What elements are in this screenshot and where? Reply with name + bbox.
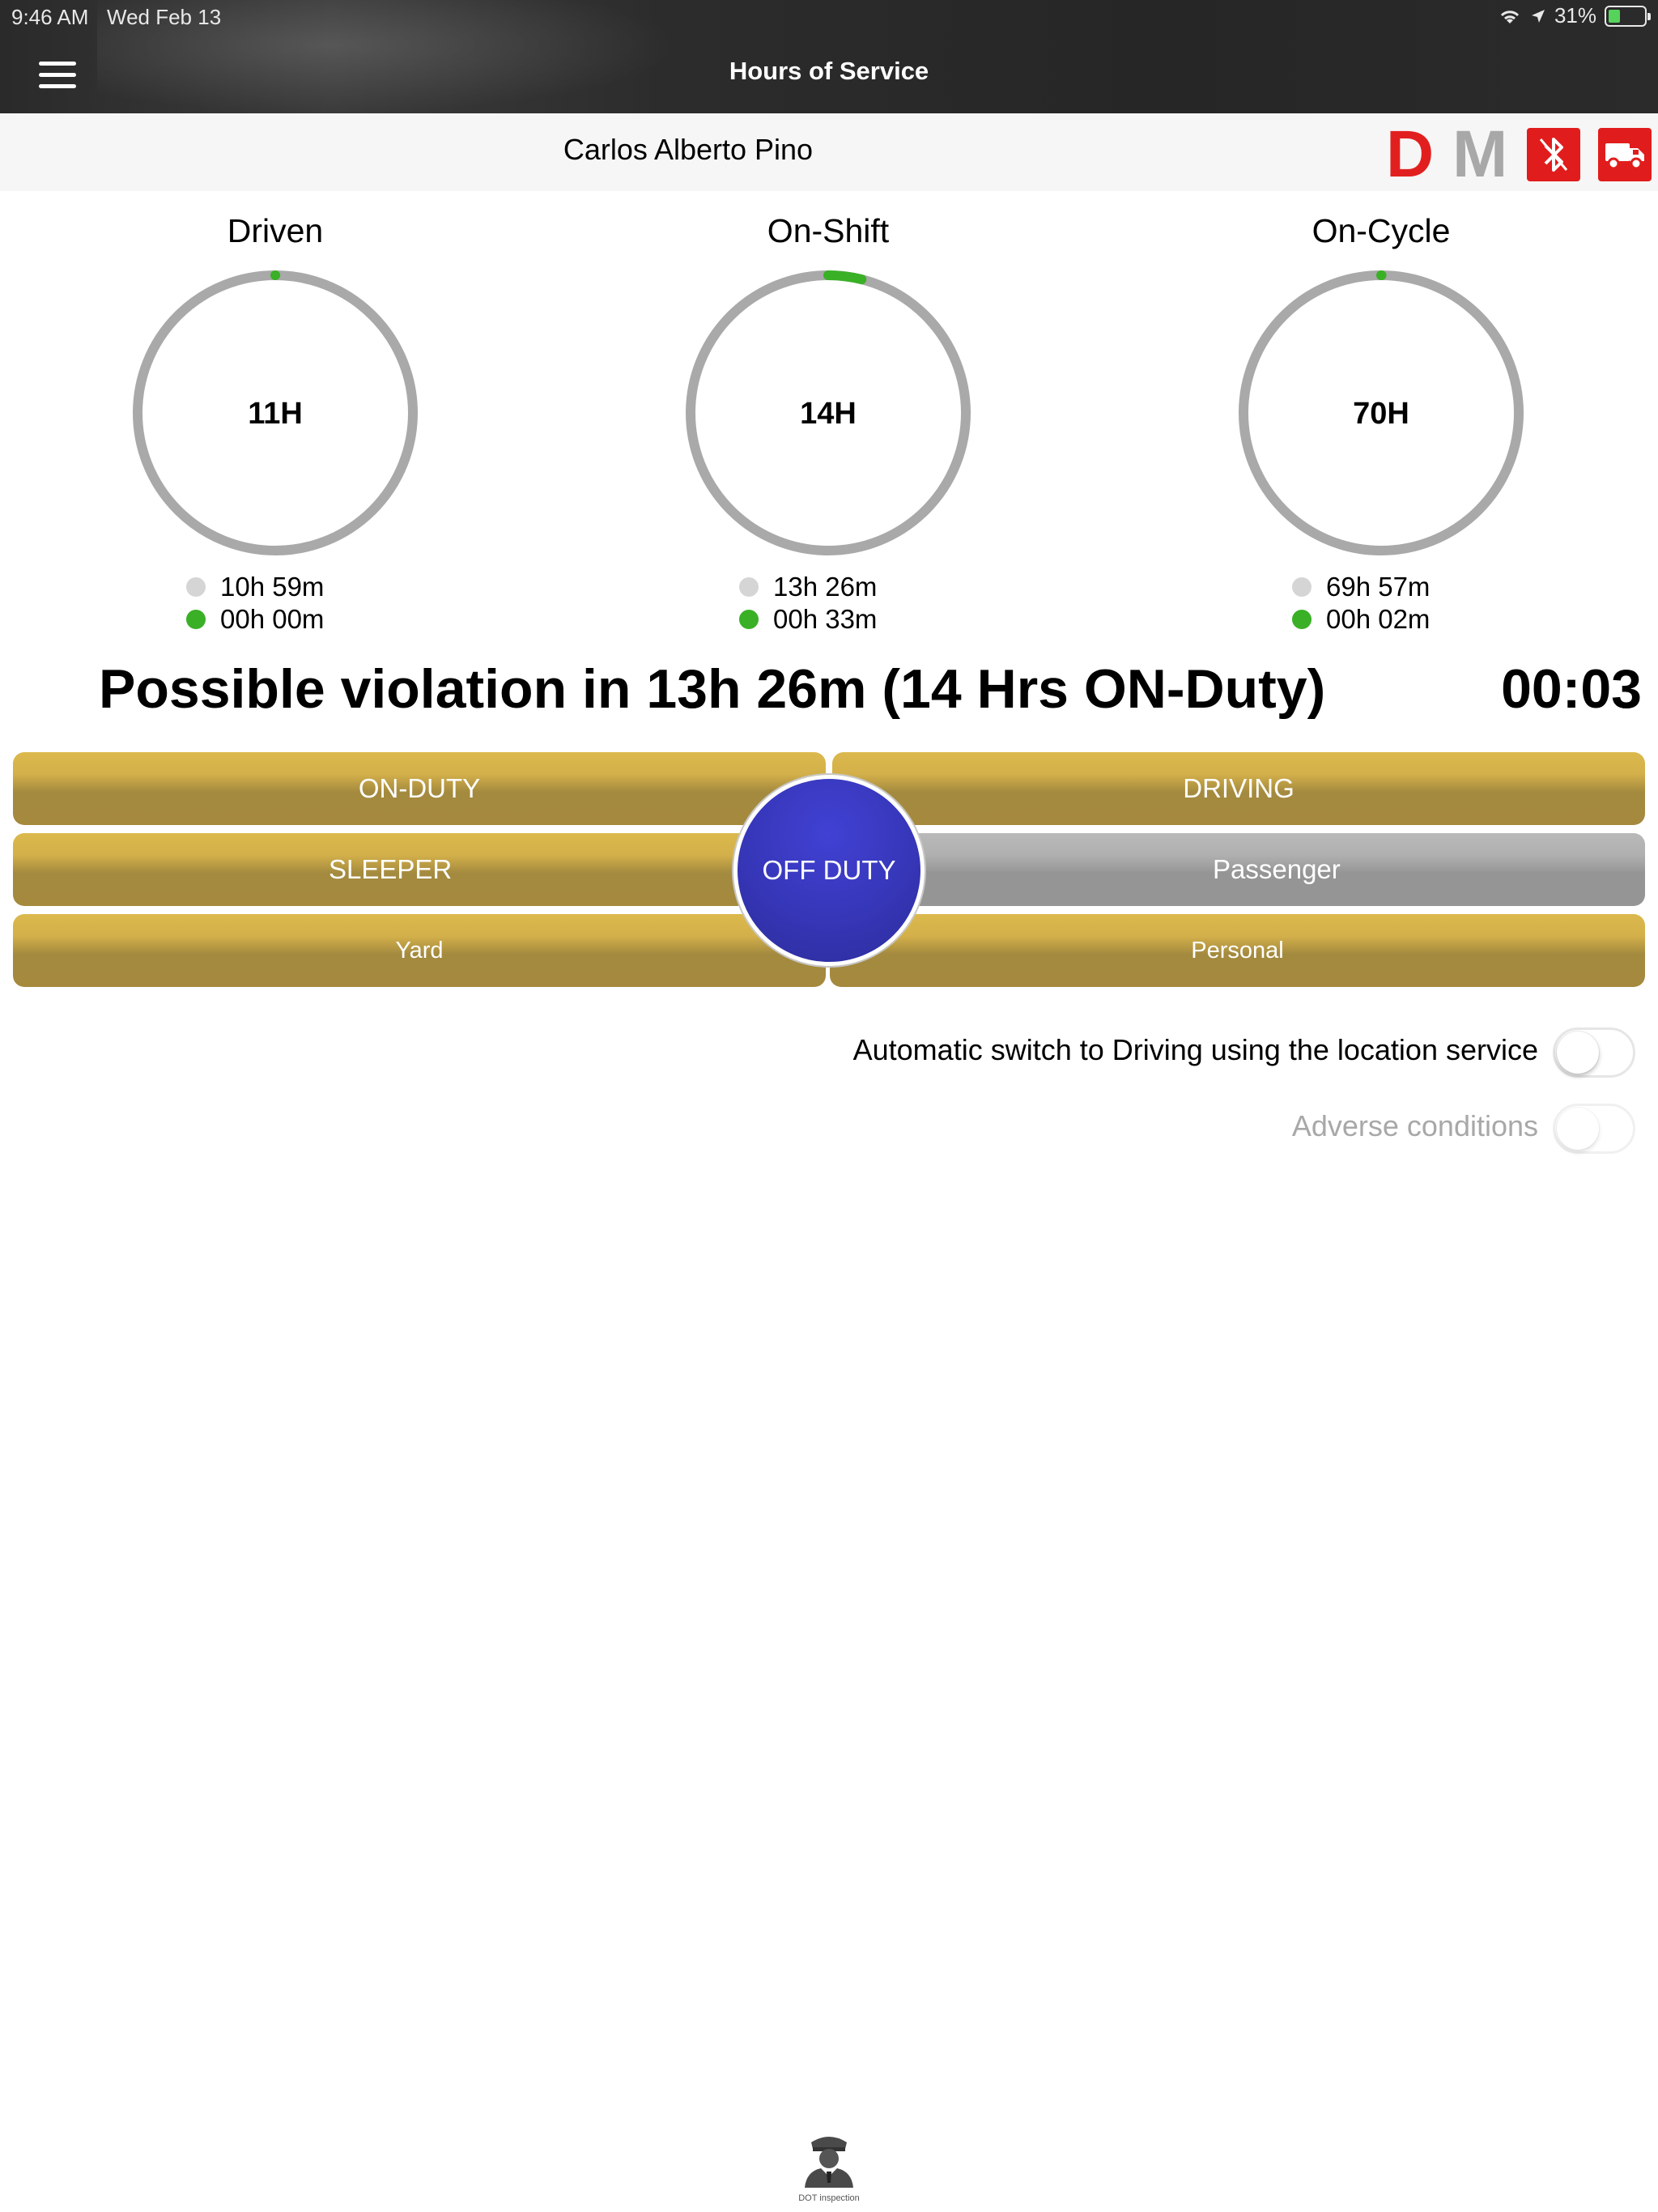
yard-button[interactable]: Yard bbox=[13, 914, 826, 987]
on-duty-button[interactable]: ON-DUTY bbox=[13, 752, 826, 825]
gauge-title: On-Cycle bbox=[1312, 212, 1451, 249]
legend-used: 00h 02m bbox=[1292, 603, 1470, 636]
legend-remaining: 13h 26m bbox=[739, 571, 917, 603]
legend-used: 00h 33m bbox=[739, 603, 917, 636]
gauge-on-shift: On-Shift 14H 13h 26m 00h 33m bbox=[658, 212, 998, 636]
dot-inspection-label: DOT inspection bbox=[798, 2193, 860, 2203]
dot-inspection-button[interactable]: DOT inspection bbox=[797, 2129, 861, 2203]
gauge-ring: 70H bbox=[1239, 270, 1524, 555]
gauge-title: On-Shift bbox=[767, 212, 890, 249]
battery-percent: 31% bbox=[1554, 3, 1596, 28]
driver-header: Carlos Alberto Pino D M bbox=[0, 113, 1658, 191]
gauge-center-value: 11H bbox=[248, 397, 303, 431]
gauge-legend: 10h 59m 00h 00m bbox=[186, 571, 364, 636]
gauge-legend: 69h 57m 00h 02m bbox=[1292, 571, 1470, 636]
status-indicator-m[interactable]: M bbox=[1452, 117, 1507, 193]
bluetooth-off-icon bbox=[1539, 138, 1568, 172]
status-icons: 31% bbox=[1498, 3, 1651, 28]
passenger-button[interactable]: Passenger bbox=[832, 833, 1645, 906]
bluetooth-button[interactable] bbox=[1527, 128, 1580, 181]
legend-remaining: 10h 59m bbox=[186, 571, 364, 603]
used-time: 00h 02m bbox=[1326, 604, 1431, 634]
navigation-bar: 9:46 AM Wed Feb 13 31% Hours of Service bbox=[0, 0, 1658, 113]
remaining-time: 69h 57m bbox=[1326, 572, 1431, 602]
gauge-title: Driven bbox=[227, 212, 324, 249]
gauge-on-cycle: On-Cycle 70H 69h 57m 00h 02m bbox=[1211, 212, 1551, 636]
violation-message: Possible violation in 13h 26m (14 Hrs ON… bbox=[99, 658, 1326, 720]
gauge-center-value: 70H bbox=[1353, 397, 1409, 431]
remaining-time: 10h 59m bbox=[220, 572, 325, 602]
location-arrow-icon bbox=[1531, 9, 1545, 23]
truck-button[interactable] bbox=[1598, 128, 1652, 181]
status-date: Wed Feb 13 bbox=[107, 5, 222, 29]
page-title: Hours of Service bbox=[729, 57, 929, 85]
off-duty-button[interactable]: OFF DUTY bbox=[733, 775, 925, 966]
adverse-conditions-label: Adverse conditions bbox=[1291, 1109, 1538, 1142]
legend-remaining: 69h 57m bbox=[1292, 571, 1470, 603]
remaining-time: 13h 26m bbox=[773, 572, 878, 602]
gauge-ring: 11H bbox=[133, 270, 418, 555]
gauge-legend: 13h 26m 00h 33m bbox=[739, 571, 917, 636]
sleeper-button[interactable]: SLEEPER bbox=[13, 833, 826, 906]
status-timer: 00:03 bbox=[1501, 658, 1642, 720]
adverse-conditions-toggle[interactable] bbox=[1553, 1104, 1635, 1154]
status-indicator-d[interactable]: D bbox=[1386, 117, 1434, 193]
auto-switch-label: Automatic switch to Driving using the lo… bbox=[852, 1033, 1538, 1066]
gauge-progress-arc bbox=[823, 270, 867, 285]
officer-icon bbox=[805, 2137, 853, 2188]
used-time: 00h 00m bbox=[220, 604, 325, 634]
driver-name: Carlos Alberto Pino bbox=[563, 133, 814, 166]
wifi-icon bbox=[1500, 10, 1520, 23]
gauge-driven: Driven 11H 10h 59m 00h 00m bbox=[105, 212, 445, 636]
gauge-center-value: 14H bbox=[800, 397, 857, 431]
personal-button[interactable]: Personal bbox=[830, 914, 1645, 987]
battery-icon bbox=[1605, 5, 1651, 27]
status-time: 9:46 AM bbox=[11, 5, 89, 29]
gauge-ring: 14H bbox=[686, 270, 971, 555]
driving-button[interactable]: DRIVING bbox=[832, 752, 1645, 825]
used-time: 00h 33m bbox=[773, 604, 878, 634]
truck-icon bbox=[1605, 143, 1644, 170]
legend-used: 00h 00m bbox=[186, 603, 364, 636]
auto-switch-toggle[interactable] bbox=[1553, 1027, 1635, 1078]
